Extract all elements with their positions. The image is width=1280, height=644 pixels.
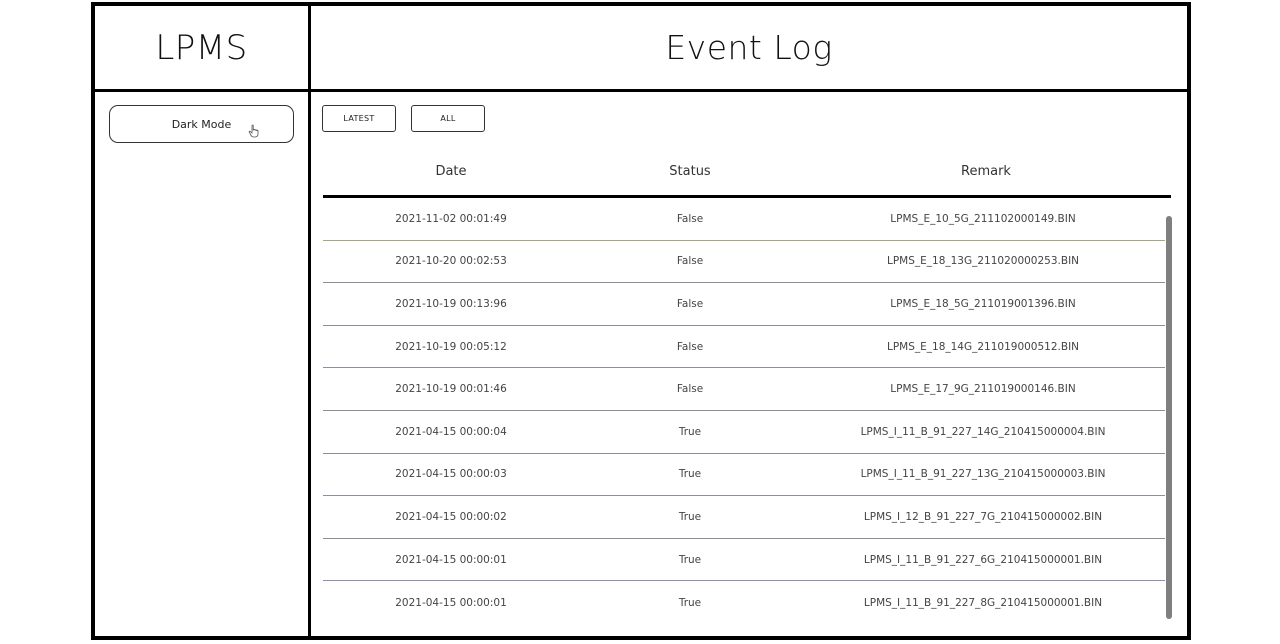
column-header-status[interactable]: Status — [579, 156, 801, 186]
cell-remark: LPMS_I_12_B_91_227_7G_210415000002.BIN — [863, 510, 1103, 523]
cell-date: 2021-10-20 00:02:53 — [395, 255, 507, 268]
all-button[interactable]: ALL — [411, 105, 485, 132]
cell-date: 2021-11-02 00:01:49 — [395, 212, 507, 225]
all-button-label: ALL — [440, 114, 456, 123]
cell-date: 2021-04-15 00:00:01 — [395, 553, 507, 566]
column-header-remark[interactable]: Remark — [801, 156, 1171, 186]
cell-status: True — [678, 468, 702, 481]
brand-title: LPMS — [155, 27, 248, 68]
cell-remark: LPMS_I_11_B_91_227_6G_210415000001.BIN — [863, 553, 1103, 566]
cell-date: 2021-04-15 00:00:01 — [395, 596, 507, 609]
cell-status: True — [678, 596, 702, 609]
latest-button-label: LATEST — [343, 114, 375, 123]
latest-button[interactable]: LATEST — [322, 105, 396, 132]
cell-status: False — [676, 212, 704, 225]
cell-remark: LPMS_I_11_B_91_227_14G_210415000004.BIN — [860, 425, 1106, 438]
scrollbar-thumb[interactable] — [1166, 216, 1172, 619]
table-row[interactable]: 2021-10-20 00:02:53 False LPMS_E_18_13G_… — [323, 241, 1165, 284]
cell-remark: LPMS_E_18_13G_211020000253.BIN — [886, 255, 1080, 268]
table-row[interactable]: 2021-10-19 00:13:96 False LPMS_E_18_5G_2… — [323, 283, 1165, 326]
header-divider — [95, 89, 1187, 92]
table-row[interactable]: 2021-04-15 00:00:04 True LPMS_I_11_B_91_… — [323, 411, 1165, 454]
table-row[interactable]: 2021-11-02 00:01:49 False LPMS_E_10_5G_2… — [323, 198, 1165, 241]
table-row[interactable]: 2021-04-15 00:00:01 True LPMS_I_11_B_91_… — [323, 581, 1165, 624]
cell-status: True — [678, 510, 702, 523]
cell-date: 2021-04-15 00:00:02 — [395, 510, 507, 523]
cell-date: 2021-04-15 00:00:03 — [395, 468, 507, 481]
table-row[interactable]: 2021-10-19 00:05:12 False LPMS_E_18_14G_… — [323, 326, 1165, 369]
table-row[interactable]: 2021-04-15 00:00:02 True LPMS_I_12_B_91_… — [323, 496, 1165, 539]
table-row[interactable]: 2021-10-19 00:01:46 False LPMS_E_17_9G_2… — [323, 368, 1165, 411]
column-header-date[interactable]: Date — [323, 156, 579, 186]
cell-remark: LPMS_I_11_B_91_227_8G_210415000001.BIN — [863, 596, 1103, 609]
cell-status: True — [678, 553, 702, 566]
page-title: Event Log — [665, 28, 833, 67]
cell-remark: LPMS_E_17_9G_211019000146.BIN — [890, 383, 1076, 396]
cell-remark: LPMS_E_10_5G_211102000149.BIN — [890, 212, 1076, 225]
table-row[interactable]: 2021-04-15 00:00:03 True LPMS_I_11_B_91_… — [323, 454, 1165, 497]
cell-status: False — [676, 255, 704, 268]
table-scrollbar[interactable] — [1166, 216, 1172, 619]
app-frame: LPMS Event Log Dark Mode LATEST ALL Date… — [91, 2, 1191, 640]
table-header: Date Status Remark — [323, 156, 1171, 186]
cell-status: True — [678, 425, 702, 438]
cell-remark: LPMS_E_18_5G_211019001396.BIN — [890, 297, 1076, 310]
dark-mode-label: Dark Mode — [171, 117, 232, 131]
event-log-table: 2021-11-02 00:01:49 False LPMS_E_10_5G_2… — [323, 198, 1165, 624]
cell-status: False — [676, 297, 704, 310]
dark-mode-button[interactable]: Dark Mode — [109, 105, 294, 143]
cell-remark: LPMS_I_11_B_91_227_13G_210415000003.BIN — [860, 468, 1106, 481]
pointer-hand-icon — [248, 124, 259, 138]
cell-date: 2021-04-15 00:00:04 — [395, 425, 507, 438]
cell-date: 2021-10-19 00:13:96 — [395, 297, 507, 310]
table-row[interactable]: 2021-04-15 00:00:01 True LPMS_I_11_B_91_… — [323, 539, 1165, 582]
cell-status: False — [676, 340, 704, 353]
cell-remark: LPMS_E_18_14G_211019000512.BIN — [886, 340, 1080, 353]
sidebar-divider — [308, 6, 311, 636]
cell-status: False — [676, 383, 704, 396]
cell-date: 2021-10-19 00:05:12 — [395, 340, 507, 353]
cell-date: 2021-10-19 00:01:46 — [395, 383, 507, 396]
